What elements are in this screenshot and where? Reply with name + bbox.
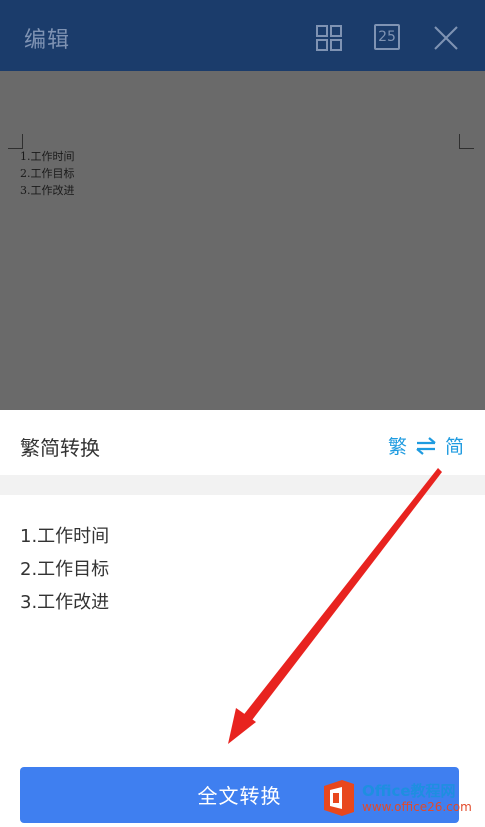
toggle-to-label: 简 [445,436,465,458]
conversion-sheet: 繁简转换 繁 简 1.工作时间 2.工作目标 3.工作改进 全文转换 [0,410,485,827]
watermark-logo: Office教程网 www.office26.com [318,776,483,824]
document-text: 1.工作时间 2.工作目标 3.工作改进 [20,148,75,199]
list-item: 2.工作目标 [20,559,110,580]
app-screen: 编辑 25 1.工作时间 2.工作目标 3.工作改进 繁简转换 繁 简 1.工作… [0,0,485,827]
swap-arrows-icon [415,436,437,455]
document-line: 2.工作目标 [20,167,75,180]
top-bar: 编辑 25 [0,0,485,71]
document-preview: 1.工作时间 2.工作目标 3.工作改进 [0,71,485,410]
list-item: 1.工作时间 [20,526,110,547]
page-corner-marker [8,134,23,149]
document-line: 3.工作改进 [20,184,75,197]
close-icon[interactable] [432,24,460,52]
page-title: 编辑 [24,28,71,53]
page-corner-marker [459,134,474,149]
divider [0,475,485,495]
document-line: 1.工作时间 [20,150,75,163]
calendar-icon[interactable]: 25 [374,24,402,52]
watermark-url: www.office26.com [362,800,472,814]
converted-text: 1.工作时间 2.工作目标 3.工作改进 [20,520,109,619]
sheet-title: 繁简转换 [20,436,100,460]
office-logo-icon [320,778,358,818]
toggle-from-label: 繁 [388,436,408,458]
calendar-number: 25 [374,24,400,50]
grid-icon[interactable] [315,24,343,52]
traditional-simplified-toggle[interactable]: 繁 简 [388,432,464,459]
list-item: 3.工作改进 [20,592,110,613]
watermark-title: Office教程网 [362,782,456,800]
